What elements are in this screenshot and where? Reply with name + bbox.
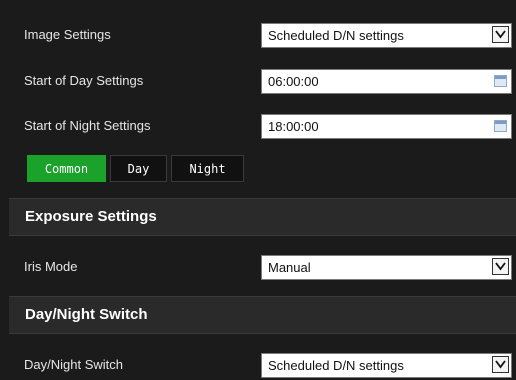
exposure-settings-title: Exposure Settings	[25, 208, 157, 225]
exposure-settings-header: Exposure Settings	[9, 198, 516, 236]
day-night-header: Day/Night Switch	[9, 296, 516, 334]
image-settings-row: Image Settings Scheduled D/N settings	[0, 21, 516, 49]
day-night-label: Day/Night Switch	[24, 357, 123, 372]
tab-common[interactable]: Common	[27, 155, 106, 182]
start-of-day-row: Start of Day Settings 06:00:00	[0, 67, 516, 95]
image-settings-value: Scheduled D/N settings	[268, 28, 404, 43]
chevron-down-icon[interactable]	[492, 356, 509, 373]
start-of-night-label: Start of Night Settings	[24, 118, 151, 133]
iris-mode-row: Iris Mode Manual	[0, 253, 516, 281]
chevron-down-icon[interactable]	[492, 258, 509, 275]
day-night-select[interactable]: Scheduled D/N settings	[261, 353, 512, 378]
iris-mode-value: Manual	[268, 260, 311, 275]
start-of-day-label: Start of Day Settings	[24, 73, 144, 88]
start-of-day-value: 06:00:00	[268, 74, 319, 89]
calendar-icon[interactable]	[494, 75, 507, 87]
iris-mode-label: Iris Mode	[24, 259, 78, 274]
start-of-night-row: Start of Night Settings 18:00:00	[0, 112, 516, 140]
settings-panel: Image Settings Scheduled D/N settings St…	[0, 0, 516, 380]
chevron-down-icon[interactable]	[492, 26, 509, 43]
start-of-night-value: 18:00:00	[268, 119, 319, 134]
image-settings-select[interactable]: Scheduled D/N settings	[261, 23, 512, 48]
day-night-value: Scheduled D/N settings	[268, 358, 404, 373]
start-of-night-input[interactable]: 18:00:00	[261, 114, 512, 139]
tab-night[interactable]: Night	[171, 155, 244, 182]
calendar-icon[interactable]	[494, 120, 507, 132]
tab-day[interactable]: Day	[110, 155, 167, 182]
day-night-title: Day/Night Switch	[25, 306, 148, 323]
image-settings-label: Image Settings	[24, 27, 111, 42]
day-night-row: Day/Night Switch Scheduled D/N settings	[0, 351, 516, 379]
iris-mode-select[interactable]: Manual	[261, 255, 512, 280]
start-of-day-input[interactable]: 06:00:00	[261, 69, 512, 94]
